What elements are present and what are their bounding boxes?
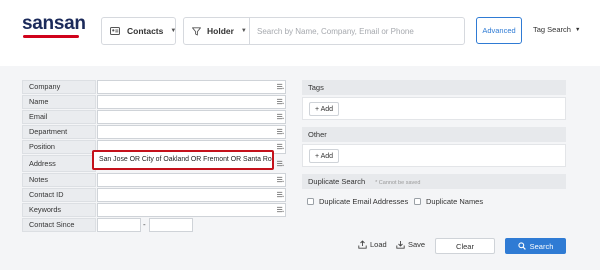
other-header: Other <box>302 127 566 142</box>
checkbox-label: Duplicate Email Addresses <box>319 197 409 206</box>
list-picker-icon[interactable] <box>277 83 284 90</box>
field-label: Contact ID <box>22 188 96 202</box>
duplicate-email-checkbox[interactable]: Duplicate Email Addresses <box>307 197 408 206</box>
holder-search-group: Holder ▼ <box>183 17 465 45</box>
keywords-field[interactable] <box>97 203 286 217</box>
list-picker-icon[interactable] <box>277 206 284 213</box>
upload-icon <box>358 240 367 249</box>
duplicate-search-body: Duplicate Email Addresses Duplicate Name… <box>302 191 566 213</box>
list-picker-icon[interactable] <box>277 176 284 183</box>
field-label: Email <box>22 110 96 124</box>
chevron-down-icon: ▼ <box>240 28 247 34</box>
name-field[interactable] <box>97 95 286 109</box>
tags-header: Tags <box>302 80 566 95</box>
search-button-label: Search <box>529 241 554 251</box>
form-row-keywords: Keywords <box>22 203 286 217</box>
checkbox-box[interactable] <box>414 198 421 205</box>
contact-since-from-field[interactable] <box>97 218 141 232</box>
form-row-email: Email <box>22 110 286 124</box>
field-label: Keywords <box>22 203 96 217</box>
form-row-name: Name <box>22 95 286 109</box>
sansan-logo[interactable]: sansan <box>22 13 86 38</box>
list-picker-icon[interactable] <box>277 128 284 135</box>
company-field[interactable] <box>97 80 286 94</box>
other-body: + Add <box>302 144 566 167</box>
card-icon <box>110 27 120 35</box>
tag-search-dropdown[interactable]: Tag Search ▼ <box>533 25 580 34</box>
filter-icon <box>192 26 201 36</box>
contacts-select-label: Contacts <box>127 26 164 36</box>
contact-id-field[interactable] <box>97 188 286 202</box>
list-picker-icon[interactable] <box>277 143 284 150</box>
chevron-down-icon: ▼ <box>574 26 581 33</box>
form-row-notes: Notes <box>22 173 286 187</box>
load-label: Load <box>370 240 387 249</box>
duplicate-search-title: Duplicate Search <box>308 177 366 186</box>
field-label: Department <box>22 125 96 139</box>
save-button[interactable]: Save <box>396 240 425 249</box>
field-label: Name <box>22 95 96 109</box>
search-input[interactable] <box>250 18 464 44</box>
add-other-button[interactable]: + Add <box>309 149 339 163</box>
tag-search-label: Tag Search <box>533 25 571 34</box>
email-field[interactable] <box>97 110 286 124</box>
checkbox-box[interactable] <box>307 198 314 205</box>
duplicate-search-hint: * Cannot be saved <box>375 180 421 186</box>
list-picker-icon[interactable] <box>277 191 284 198</box>
list-picker-icon[interactable] <box>277 98 284 105</box>
date-range-separator: - <box>143 220 146 229</box>
field-label: Company <box>22 80 96 94</box>
field-label: Contact Since <box>22 218 96 232</box>
holder-select-label: Holder <box>207 26 234 36</box>
form-row-department: Department <box>22 125 286 139</box>
chevron-down-icon: ▼ <box>170 28 177 34</box>
field-label: Notes <box>22 173 96 187</box>
download-icon <box>396 241 405 249</box>
add-tag-button[interactable]: + Add <box>309 102 339 116</box>
address-field[interactable]: San Jose OR City of Oakland OR Fremont O… <box>92 150 274 170</box>
form-row-contact-since: Contact Since - <box>22 218 286 232</box>
duplicate-search-header: Duplicate Search * Cannot be saved <box>302 174 566 189</box>
search-button[interactable]: Search <box>505 238 566 254</box>
clear-button[interactable]: Clear <box>435 238 495 254</box>
top-bar: sansan Contacts ▼ Holder ▼ Advanced Tag … <box>0 0 600 62</box>
search-icon <box>517 242 526 250</box>
contacts-select[interactable]: Contacts ▼ <box>101 17 176 45</box>
contact-since-to-field[interactable] <box>149 218 193 232</box>
department-field[interactable] <box>97 125 286 139</box>
notes-field[interactable] <box>97 173 286 187</box>
list-picker-icon[interactable] <box>277 113 284 120</box>
list-picker-icon[interactable] <box>277 160 284 167</box>
load-button[interactable]: Load <box>358 240 387 249</box>
save-label: Save <box>408 240 426 249</box>
logo-underline <box>23 35 79 38</box>
checkbox-label: Duplicate Names <box>426 197 484 206</box>
form-row-contact-id: Contact ID <box>22 188 286 202</box>
advanced-button[interactable]: Advanced <box>476 17 522 44</box>
holder-select[interactable]: Holder ▼ <box>184 18 250 44</box>
form-row-company: Company <box>22 80 286 94</box>
duplicate-names-checkbox[interactable]: Duplicate Names <box>414 197 483 206</box>
field-label: Position <box>22 140 96 154</box>
tags-body: + Add <box>302 97 566 120</box>
logo-text: sansan <box>22 13 86 34</box>
field-label: Address <box>22 155 96 172</box>
